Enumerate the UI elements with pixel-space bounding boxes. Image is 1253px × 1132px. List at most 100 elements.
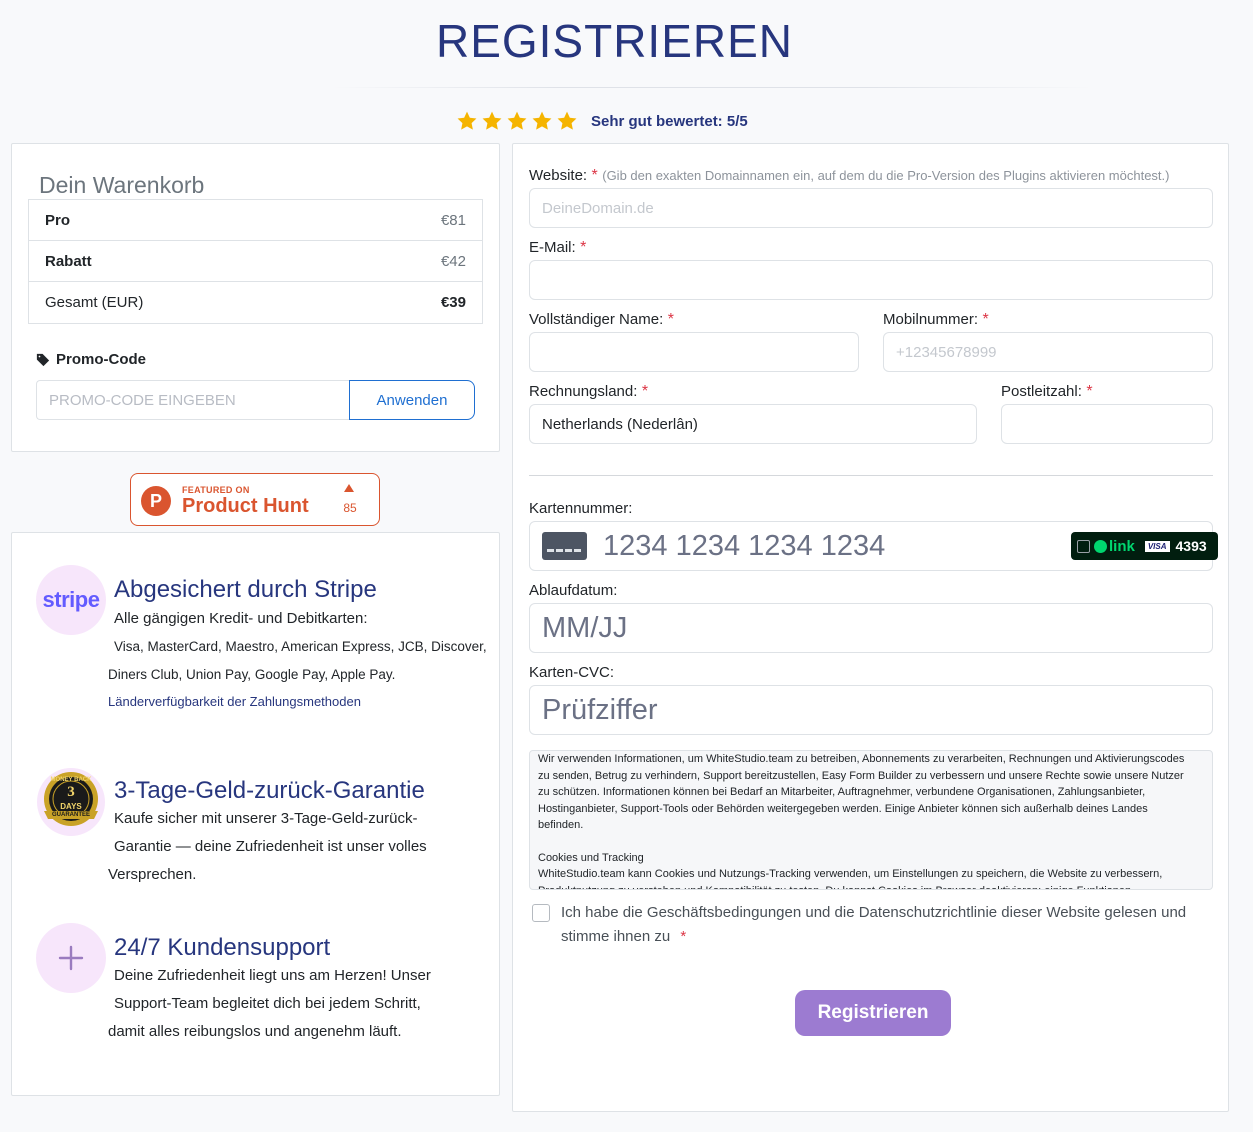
card-number-label: Kartennummer: [529, 500, 633, 517]
product-hunt-name: Product Hunt [182, 495, 309, 517]
website-label-text: Website: [529, 167, 588, 184]
feature-title-stripe: Abgesichert durch Stripe [114, 576, 377, 603]
terms-paragraph: WhiteStudio.team kann Cookies und Nutzun… [538, 868, 1163, 889]
feature-text-guarantee-1: Kaufe sicher mit unserer 3-Tage-Geld-zur… [114, 810, 418, 827]
terms-heading: Cookies und Tracking [538, 851, 644, 864]
cart-row-discount: Rabatt €42 [29, 241, 482, 282]
country-label: Rechnungsland: * [529, 383, 648, 401]
title-divider [332, 87, 1092, 88]
terms-textarea[interactable]: Wir verwenden Informationen, um WhiteStu… [529, 750, 1213, 890]
cart-panel: Dein Warenkorb Pro €81 Rabatt €42 Gesamt… [11, 143, 500, 452]
feature-text-support-1: Deine Zufriedenheit liegt uns am Herzen!… [114, 967, 431, 984]
apply-promo-button[interactable]: Anwenden [349, 380, 475, 420]
card-number-input[interactable]: 1234 1234 1234 1234 link VISA 4393 [529, 521, 1218, 571]
email-label: E-Mail: * [529, 239, 586, 257]
zip-label: Postleitzahl: * [1001, 383, 1093, 401]
feature-text-support-2: Support-Team begleitet dich bei jedem Sc… [114, 995, 421, 1012]
promo-label-text: Promo-Code [56, 351, 146, 368]
star-icon [507, 111, 527, 130]
cart-title: Dein Warenkorb [39, 172, 205, 198]
cart-row-value: €42 [440, 252, 466, 270]
required-marker: * [667, 311, 674, 328]
country-select[interactable]: Netherlands (Nederlân) [529, 404, 977, 444]
email-input[interactable] [529, 260, 1213, 300]
full-name-input[interactable] [529, 332, 859, 372]
rating-text: Sehr gut bewertet: 5/5 [591, 112, 748, 130]
required-marker: * [580, 239, 587, 256]
guarantee-badge-bottom: GUARANTEE [51, 812, 90, 818]
star-icon [482, 111, 502, 130]
website-input[interactable] [529, 188, 1213, 228]
feature-text-guarantee-3: Versprechen. [108, 866, 197, 883]
promo-code-input[interactable] [36, 380, 350, 420]
required-marker: * [641, 383, 649, 400]
link-checkbox-icon [1077, 539, 1090, 553]
feature-text-stripe-1: Alle gängigen Kredit- und Debitkarten: [114, 610, 368, 627]
plus-icon [36, 923, 106, 993]
terms-content: Wir verwenden Informationen, um WhiteStu… [530, 751, 1212, 889]
guarantee-badge-number: 3 [67, 784, 75, 800]
rating: Sehr gut bewertet: 5/5 [456, 108, 748, 134]
features-panel: stripe Abgesichert durch Stripe Alle gän… [11, 532, 500, 1096]
required-marker: * [982, 311, 989, 328]
stripe-icon: stripe [36, 565, 106, 635]
guarantee-badge-top: MONEY BACK [50, 777, 92, 783]
cvc-label: Karten-CVC: [529, 664, 615, 681]
upvote-arrow-icon [344, 484, 354, 492]
zip-input[interactable] [1001, 404, 1213, 444]
country-label-text: Rechnungsland: [529, 383, 638, 400]
cvc-placeholder: Prüfziffer [542, 693, 658, 726]
star-icon [532, 111, 552, 130]
cart-row-label: Rabatt [45, 252, 92, 270]
registration-form: Website: * (Gib den exakten Domainnamen … [512, 143, 1229, 1112]
feature-text-support-3: damit alles reibungslos und angenehm läu… [108, 1023, 402, 1040]
link-icon [1094, 539, 1107, 553]
star-icon [557, 111, 577, 130]
guarantee-badge-days: DAYS [60, 802, 82, 811]
feature-title-support: 24/7 Kundensupport [114, 934, 331, 961]
card-icon [542, 532, 587, 560]
stripe-logo-text: stripe [42, 587, 100, 612]
star-icon [457, 111, 477, 130]
website-hint: (Gib den exakten Domainnamen ein, auf de… [602, 168, 1170, 183]
country-select-value: Netherlands (Nederlân) [542, 415, 698, 433]
link-text: link [1109, 537, 1135, 555]
product-hunt-logo-icon: P [141, 486, 171, 516]
card-last4: 4393 [1175, 538, 1207, 554]
product-hunt-badge[interactable]: P FEATURED ON Product Hunt 85 [130, 473, 380, 526]
terms-agree-checkbox[interactable] [532, 904, 550, 922]
mobile-label-text: Mobilnummer: [883, 311, 979, 328]
register-button[interactable]: Registrieren [795, 990, 951, 1036]
cart-row-total: Gesamt (EUR) €39 [29, 282, 482, 323]
feature-text-guarantee-2: Garantie — deine Zufriedenheit ist unser… [114, 838, 427, 855]
mobile-label: Mobilnummer: * [883, 311, 989, 329]
guarantee-badge-icon: MONEY BACK 3 DAYS GUARANTEE [36, 767, 106, 837]
name-label-text: Vollständiger Name: [529, 311, 664, 328]
cart-row-value: €81 [440, 211, 466, 229]
feature-text-stripe-2: Visa, MasterCard, Maestro, American Expr… [114, 639, 487, 654]
cart-row-value: €39 [440, 294, 466, 311]
promo-label: Promo-Code [36, 351, 146, 368]
terms-paragraph: Wir verwenden Informationen, um WhiteStu… [538, 753, 1185, 831]
terms-agree-text: Ich habe die Geschäftsbedingungen und di… [561, 904, 1187, 945]
name-label: Vollständiger Name: * [529, 311, 674, 329]
mobile-input[interactable] [883, 332, 1213, 372]
card-number-placeholder: 1234 1234 1234 1234 [603, 529, 886, 562]
link-autofill-badge[interactable]: link VISA 4393 [1071, 532, 1218, 560]
expiry-label: Ablaufdatum: [529, 582, 618, 599]
cart-row-product: Pro €81 [29, 200, 482, 241]
cart-row-label: Pro [45, 211, 71, 229]
cvc-input[interactable]: Prüfziffer [529, 685, 1213, 735]
form-divider [529, 475, 1213, 476]
tag-icon [36, 353, 50, 366]
zip-label-text: Postleitzahl: [1001, 383, 1082, 400]
cart-row-label: Gesamt (EUR) [45, 294, 144, 311]
website-label: Website: * (Gib den exakten Domainnamen … [529, 167, 1169, 185]
visa-icon: VISA [1144, 540, 1170, 552]
feature-title-guarantee: 3-Tage-Geld-zurück-Garantie [114, 777, 425, 804]
upvote-count: 85 [343, 501, 357, 515]
expiry-input[interactable]: MM/JJ [529, 603, 1213, 653]
terms-agree-label[interactable]: Ich habe die Geschäftsbedingungen und di… [561, 901, 1211, 949]
required-marker: * [591, 167, 598, 184]
payment-availability-link[interactable]: Länderverfügbarkeit der Zahlungsmethoden [108, 694, 361, 709]
